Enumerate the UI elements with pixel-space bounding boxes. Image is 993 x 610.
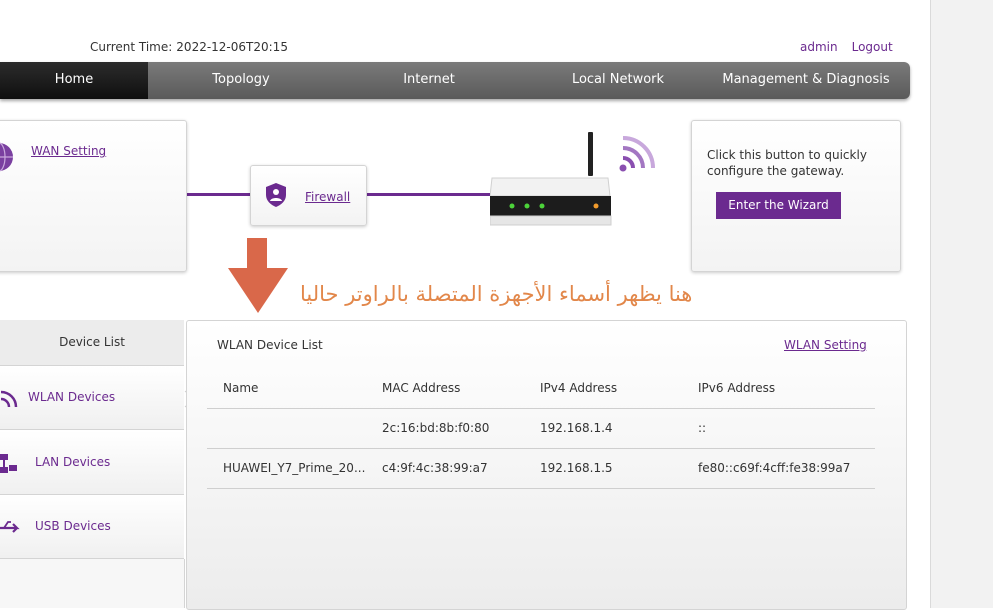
sidebar-footer-area [0,559,185,608]
user-links: admin Logout [800,40,907,54]
tab-home[interactable]: Home [0,62,148,99]
sidebar-item-label: WLAN Devices [28,390,116,404]
connection-line [185,193,251,196]
device-list-title: Device List [0,320,184,366]
panel-title: WLAN Device List [217,338,323,352]
tab-management-diagnosis[interactable]: Management & Diagnosis [712,62,900,99]
current-time-value: 2022-12-06T20:15 [176,40,288,54]
cell-mac: c4:9f:4c:38:99:a7 [382,461,488,475]
shield-icon [266,183,286,207]
main-nav: Home Topology Internet Local Network Man… [0,62,910,99]
router-image [490,132,655,226]
cell-ipv6: :: [698,421,707,435]
tab-internet[interactable]: Internet [334,62,524,99]
globe-icon [0,142,13,172]
column-header-ipv4: IPv4 Address [540,381,618,395]
arrow-down-icon [228,238,288,313]
tab-local-network[interactable]: Local Network [524,62,712,99]
current-time-label: Current Time: [90,40,173,54]
sidebar-item-usb-devices[interactable]: USB Devices [0,495,184,559]
sidebar-item-label: USB Devices [35,519,111,533]
sidebar-item-label: LAN Devices [35,455,111,469]
page-right-margin [930,0,993,608]
logout-link[interactable]: Logout [852,40,893,54]
connection-line [366,193,492,196]
table-row: 2c:16:bd:8b:f0:80 192.168.1.4 :: [207,408,875,449]
wan-setting-link[interactable]: WAN Setting [31,144,106,158]
arabic-annotation: هنا يظهر أسماء الأجهزة المتصلة بالراوتر … [300,282,693,306]
cell-ipv4: 192.168.1.4 [540,421,613,435]
wan-box: WAN Setting [0,120,187,272]
wizard-box: Click this button to quickly configure t… [691,120,901,272]
tab-topology[interactable]: Topology [148,62,334,99]
cell-name: HUAWEI_Y7_Prime_20... [223,461,366,475]
wlan-device-panel: WLAN Device List WLAN Setting Name MAC A… [186,320,907,610]
column-header-ipv6: IPv6 Address [698,381,776,395]
column-header-mac: MAC Address [382,381,461,395]
current-time: Current Time: 2022-12-06T20:15 [90,40,288,54]
wlan-setting-link[interactable]: WLAN Setting [784,338,867,352]
firewall-link[interactable]: Firewall [305,190,350,204]
wifi-signal-icon [619,164,627,172]
cell-ipv4: 192.168.1.5 [540,461,613,475]
network-icon [0,454,17,473]
wizard-hint: Click this button to quickly configure t… [707,148,867,178]
sidebar-item-wlan-devices[interactable]: WLAN Devices [0,366,184,430]
admin-link[interactable]: admin [800,40,838,54]
wifi-icon [0,390,18,408]
table-header: Name MAC Address IPv4 Address IPv6 Addre… [207,368,875,409]
enter-wizard-button[interactable]: Enter the Wizard [716,192,841,219]
cell-mac: 2c:16:bd:8b:f0:80 [382,421,490,435]
table-row: HUAWEI_Y7_Prime_20... c4:9f:4c:38:99:a7 … [207,448,875,489]
sidebar-item-lan-devices[interactable]: LAN Devices [0,431,184,495]
usb-icon [0,521,20,533]
firewall-box: Firewall [250,165,367,226]
column-header-name: Name [223,381,259,395]
cell-ipv6: fe80::c69f:4cff:fe38:99a7 [698,461,851,475]
